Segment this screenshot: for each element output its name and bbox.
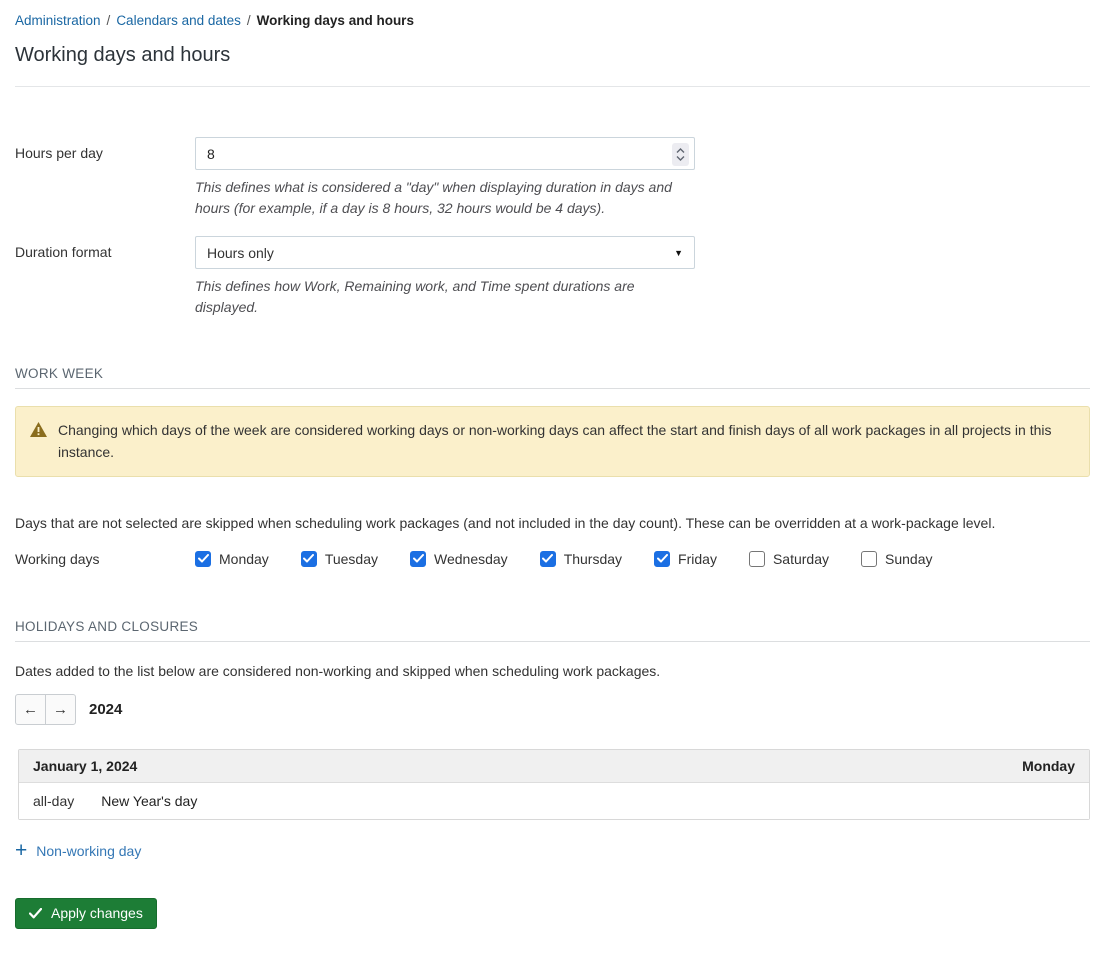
holiday-time: all-day xyxy=(33,793,74,809)
hours-per-day-input[interactable]: 8 xyxy=(195,137,695,170)
holiday-name: New Year's day xyxy=(101,793,197,809)
day-label: Friday xyxy=(678,551,717,567)
hours-per-day-value: 8 xyxy=(207,146,215,162)
select-caret-icon: ▼ xyxy=(674,248,683,258)
breadcrumb-link-administration[interactable]: Administration xyxy=(15,13,101,28)
checkmark-icon xyxy=(29,908,42,919)
breadcrumb: Administration / Calendars and dates / W… xyxy=(15,0,1090,28)
page-title: Working days and hours xyxy=(15,44,1090,67)
day-label: Thursday xyxy=(564,551,622,567)
breadcrumb-link-calendars-and-dates[interactable]: Calendars and dates xyxy=(116,13,241,28)
work-week-warning-text: Changing which days of the week are cons… xyxy=(58,420,1073,463)
working-days-list: Monday Tuesday Wednesday Thursday Friday… xyxy=(195,551,932,567)
day-checkbox-saturday[interactable]: Saturday xyxy=(749,551,829,567)
current-year-label: 2024 xyxy=(89,701,122,718)
duration-format-row: Duration format Hours only ▼ This define… xyxy=(15,236,1090,317)
apply-changes-button[interactable]: Apply changes xyxy=(15,898,157,929)
arrow-left-icon: ← xyxy=(23,701,38,718)
arrow-right-icon: → xyxy=(53,701,68,718)
day-checkbox-thursday[interactable]: Thursday xyxy=(540,551,622,567)
day-label: Monday xyxy=(219,551,269,567)
checkbox-icon[interactable] xyxy=(301,551,317,567)
holidays-heading: HOLIDAYS AND CLOSURES xyxy=(15,619,1090,634)
work-week-divider xyxy=(15,388,1090,389)
duration-format-help: This defines how Work, Remaining work, a… xyxy=(195,276,687,317)
checkbox-icon[interactable] xyxy=(540,551,556,567)
chevron-down-icon xyxy=(676,155,685,161)
working-days-row: Working days Monday Tuesday Wednesday Th… xyxy=(15,551,1090,567)
day-label: Sunday xyxy=(885,551,932,567)
chevron-up-icon xyxy=(676,148,685,154)
holiday-weekday: Monday xyxy=(1022,758,1075,774)
checkbox-icon[interactable] xyxy=(861,551,877,567)
warning-icon xyxy=(30,422,47,440)
duration-format-value: Hours only xyxy=(207,245,274,261)
breadcrumb-current: Working days and hours xyxy=(257,13,414,28)
work-week-description: Days that are not selected are skipped w… xyxy=(15,514,1090,534)
working-days-label: Working days xyxy=(15,551,195,567)
day-checkbox-wednesday[interactable]: Wednesday xyxy=(410,551,508,567)
checkbox-icon[interactable] xyxy=(654,551,670,567)
add-non-working-day-label: Non-working day xyxy=(36,843,141,859)
number-stepper-icon[interactable] xyxy=(672,143,689,166)
duration-format-select[interactable]: Hours only ▼ xyxy=(195,236,695,269)
add-non-working-day-link[interactable]: + Non-working day xyxy=(15,843,141,859)
hours-per-day-row: Hours per day 8 This defines what is con… xyxy=(15,137,1090,218)
work-week-heading: WORK WEEK xyxy=(15,366,1090,381)
work-week-warning-banner: Changing which days of the week are cons… xyxy=(15,406,1090,477)
holidays-divider xyxy=(15,641,1090,642)
year-navigation: ← → 2024 xyxy=(15,694,1090,725)
hours-per-day-help: This defines what is considered a "day" … xyxy=(195,177,687,218)
checkbox-icon[interactable] xyxy=(410,551,426,567)
next-year-button[interactable]: → xyxy=(45,694,76,725)
checkbox-icon[interactable] xyxy=(749,551,765,567)
breadcrumb-separator: / xyxy=(107,13,111,28)
day-checkbox-monday[interactable]: Monday xyxy=(195,551,269,567)
hours-per-day-label: Hours per day xyxy=(15,137,195,161)
plus-icon: + xyxy=(15,843,27,859)
holiday-entry-row[interactable]: all-day New Year's day xyxy=(19,783,1089,819)
checkbox-icon[interactable] xyxy=(195,551,211,567)
breadcrumb-separator: / xyxy=(247,13,251,28)
day-label: Wednesday xyxy=(434,551,508,567)
holiday-list: January 1, 2024 Monday all-day New Year'… xyxy=(18,749,1090,820)
previous-year-button[interactable]: ← xyxy=(15,694,46,725)
day-checkbox-friday[interactable]: Friday xyxy=(654,551,717,567)
title-divider xyxy=(15,86,1090,87)
working-days-settings-page: Administration / Calendars and dates / W… xyxy=(0,0,1102,953)
holidays-description: Dates added to the list below are consid… xyxy=(15,663,1090,679)
holiday-date: January 1, 2024 xyxy=(33,758,137,774)
duration-format-label: Duration format xyxy=(15,236,195,260)
day-label: Tuesday xyxy=(325,551,378,567)
day-checkbox-sunday[interactable]: Sunday xyxy=(861,551,932,567)
holiday-date-header: January 1, 2024 Monday xyxy=(19,750,1089,783)
day-checkbox-tuesday[interactable]: Tuesday xyxy=(301,551,378,567)
day-label: Saturday xyxy=(773,551,829,567)
